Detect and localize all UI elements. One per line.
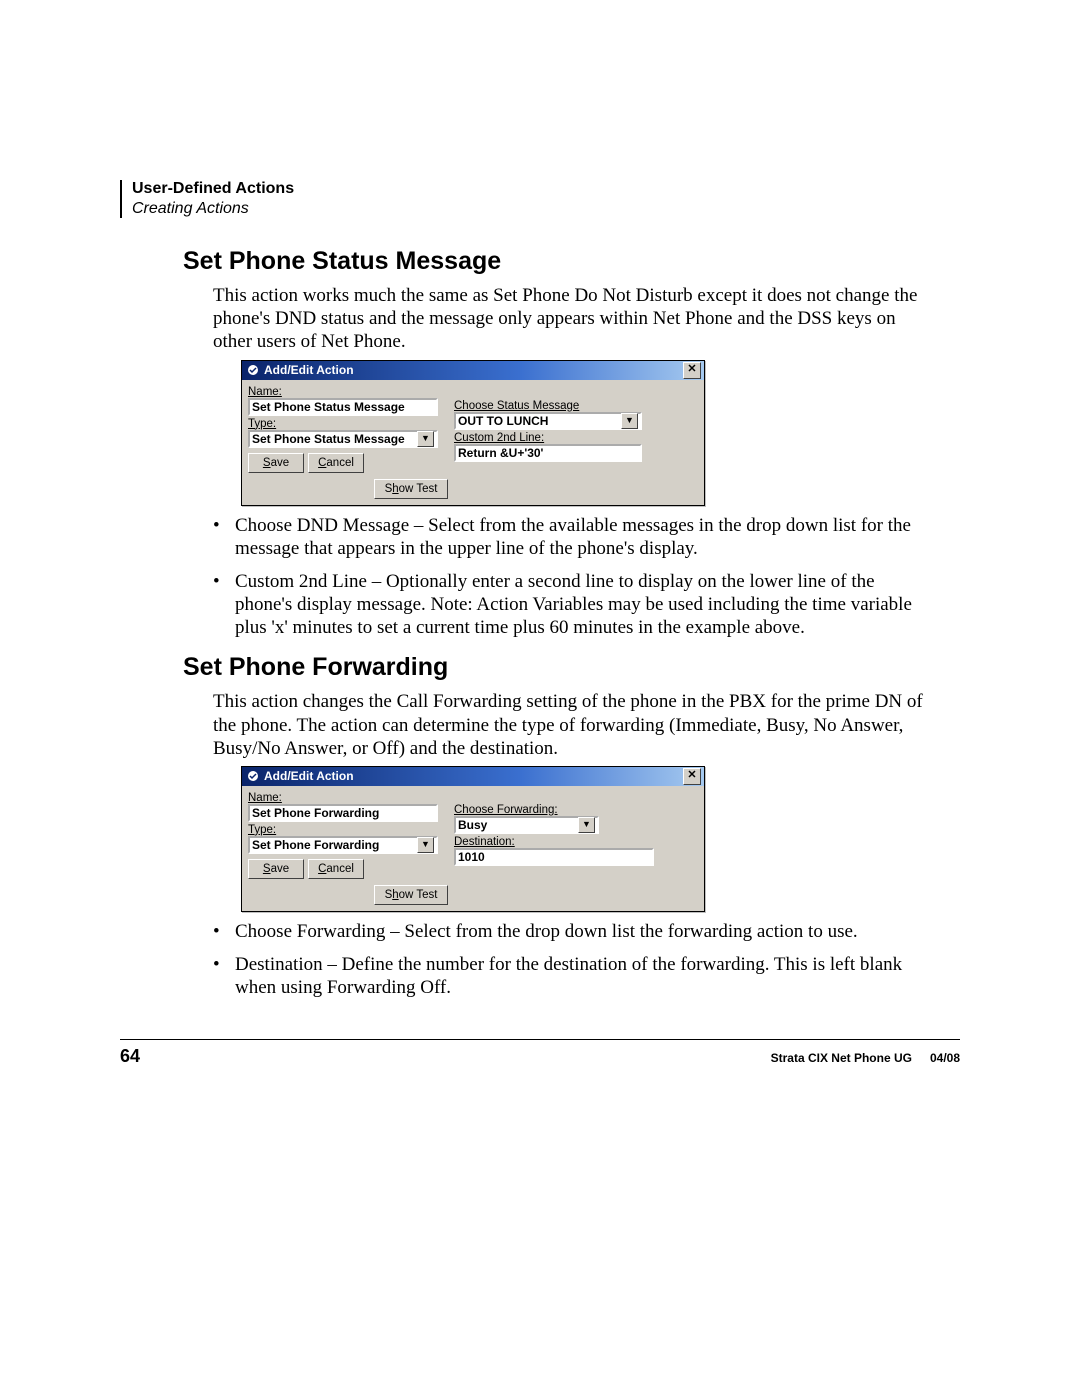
name-label: Name: [248,792,448,804]
name-value: Set Phone Status Message [252,400,405,414]
list-item: Choose DND Message – Select from the ava… [213,514,923,560]
chevron-down-icon[interactable]: ▼ [621,413,638,429]
chevron-down-icon[interactable]: ▼ [578,817,595,833]
page-header: User-Defined Actions Creating Actions [120,180,294,218]
show-test-button[interactable]: Show Test [374,479,448,499]
section-heading-forwarding: Set Phone Forwarding [183,653,923,682]
bullet-list-forwarding: Choose Forwarding – Select from the drop… [183,920,923,1000]
page-number: 64 [120,1046,140,1067]
close-icon[interactable]: ✕ [683,768,701,785]
dialog-titlebar[interactable]: Add/Edit Action ✕ [242,361,704,380]
cancel-button[interactable]: Cancel [308,859,364,879]
type-select[interactable]: Set Phone Forwarding ▼ [248,836,438,854]
dialog-forwarding: Add/Edit Action ✕ Name: Set Phone Forwar… [241,766,705,912]
status-message-label: Choose Status Message [454,400,698,412]
header-subtitle: Creating Actions [132,200,294,218]
app-icon [246,363,260,377]
name-value: Set Phone Forwarding [252,806,379,820]
close-icon[interactable]: ✕ [683,362,701,379]
custom-line-value: Return &U+'30' [458,446,543,460]
list-item: Destination – Define the number for the … [213,953,923,999]
forwarding-select[interactable]: Busy ▼ [454,816,599,834]
dialog-title: Add/Edit Action [264,363,683,377]
name-field[interactable]: Set Phone Forwarding [248,804,438,822]
forwarding-label: Choose Forwarding: [454,804,698,816]
dialog-title: Add/Edit Action [264,769,683,783]
destination-field[interactable]: 1010 [454,848,654,866]
footer-doc-title: Strata CIX Net Phone UG [771,1051,912,1065]
chevron-down-icon[interactable]: ▼ [417,431,434,447]
name-field[interactable]: Set Phone Status Message [248,398,438,416]
section-intro-forwarding: This action changes the Call Forwarding … [183,690,923,760]
dialog-titlebar[interactable]: Add/Edit Action ✕ [242,767,704,786]
chevron-down-icon[interactable]: ▼ [417,837,434,853]
status-message-select[interactable]: OUT TO LUNCH ▼ [454,412,642,430]
destination-label: Destination: [454,836,698,848]
app-icon [246,769,260,783]
custom-line-field[interactable]: Return &U+'30' [454,444,642,462]
destination-value: 1010 [458,850,485,864]
save-button[interactable]: Save [248,453,304,473]
list-item: Choose Forwarding – Select from the drop… [213,920,923,943]
type-label: Type: [248,418,448,430]
list-item: Custom 2nd Line – Optionally enter a sec… [213,570,923,640]
header-title: User-Defined Actions [132,180,294,198]
dialog-status-message: Add/Edit Action ✕ Name: Set Phone Status… [241,360,705,506]
save-button[interactable]: Save [248,859,304,879]
section-heading-status: Set Phone Status Message [183,247,923,276]
type-select[interactable]: Set Phone Status Message ▼ [248,430,438,448]
type-value: Set Phone Forwarding [252,838,379,852]
status-message-value: OUT TO LUNCH [458,414,548,428]
section-intro-status: This action works much the same as Set P… [183,284,923,354]
page-footer: 64 Strata CIX Net Phone UG 04/08 [120,1039,960,1067]
type-value: Set Phone Status Message [252,432,405,446]
show-test-button[interactable]: Show Test [374,885,448,905]
type-label: Type: [248,824,448,836]
bullet-list-status: Choose DND Message – Select from the ava… [183,514,923,640]
footer-date: 04/08 [930,1051,960,1065]
name-label: Name: [248,386,448,398]
custom-line-label: Custom 2nd Line: [454,432,698,444]
forwarding-value: Busy [458,818,487,832]
cancel-button[interactable]: Cancel [308,453,364,473]
